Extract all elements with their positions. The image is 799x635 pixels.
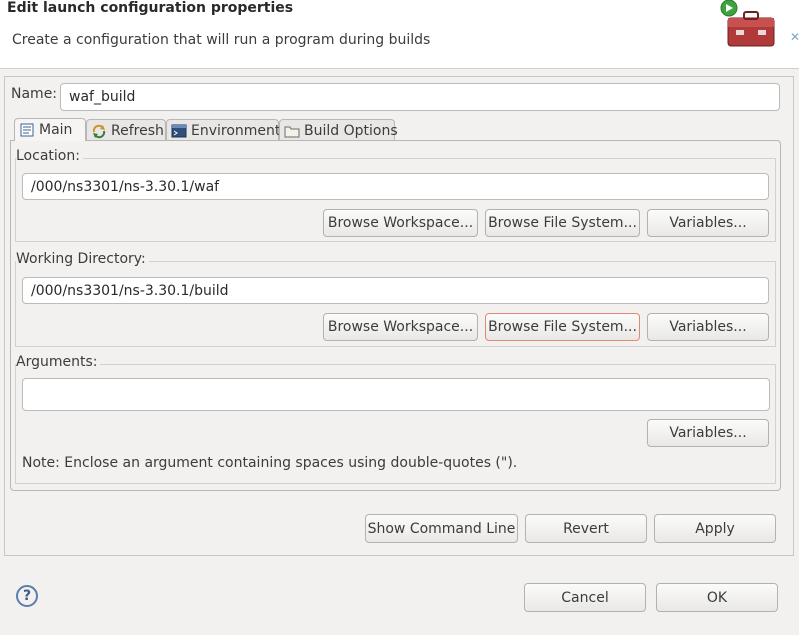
apply-button[interactable]: Apply <box>654 514 776 543</box>
name-input[interactable]: waf_build <box>60 83 780 111</box>
build-options-icon <box>284 123 300 139</box>
tab-main[interactable]: Main <box>14 118 86 141</box>
arguments-textarea[interactable] <box>22 378 770 411</box>
location-input[interactable]: /000/ns3301/ns-3.30.1/waf <box>22 173 769 200</box>
cancel-button[interactable]: Cancel <box>524 583 646 612</box>
revert-button[interactable]: Revert <box>525 514 647 543</box>
tab-build-options-label: Build Options <box>304 122 398 139</box>
dialog-title: Edit launch configuration properties <box>7 0 294 16</box>
working-directory-variables-button[interactable]: Variables... <box>647 313 769 341</box>
working-directory-browse-file-system-button[interactable]: Browse File System... <box>485 313 640 341</box>
tab-environment-label: Environment <box>191 122 281 139</box>
working-directory-browse-workspace-button[interactable]: Browse Workspace... <box>323 313 478 341</box>
refresh-icon <box>91 123 107 139</box>
tab-refresh[interactable]: Refresh <box>86 119 166 141</box>
main-tab-icon <box>19 122 35 138</box>
tab-main-label: Main <box>39 122 73 138</box>
working-directory-input[interactable]: /000/ns3301/ns-3.30.1/build <box>22 277 769 304</box>
location-label: Location: <box>16 148 83 164</box>
tab-refresh-label: Refresh <box>111 122 164 139</box>
close-icon[interactable]: ✕ <box>790 30 799 44</box>
working-directory-label: Working Directory: <box>16 251 149 267</box>
help-icon[interactable]: ? <box>16 585 38 607</box>
arguments-variables-button[interactable]: Variables... <box>647 419 769 447</box>
dialog-subtitle: Create a configuration that will run a p… <box>12 32 431 48</box>
toolbox-run-icon <box>718 0 782 52</box>
location-variables-button[interactable]: Variables... <box>647 209 769 237</box>
name-label: Name: <box>11 86 58 102</box>
location-browse-workspace-button[interactable]: Browse Workspace... <box>323 209 478 237</box>
tab-environment[interactable]: Environment <box>166 119 281 141</box>
ok-button[interactable]: OK <box>656 583 778 612</box>
tab-build-options[interactable]: Build Options <box>279 119 398 141</box>
show-command-line-button[interactable]: Show Command Line <box>365 514 518 543</box>
arguments-label: Arguments: <box>16 354 101 370</box>
arguments-note: Note: Enclose an argument containing spa… <box>22 455 518 471</box>
environment-icon <box>171 123 187 139</box>
location-browse-file-system-button[interactable]: Browse File System... <box>485 209 640 237</box>
